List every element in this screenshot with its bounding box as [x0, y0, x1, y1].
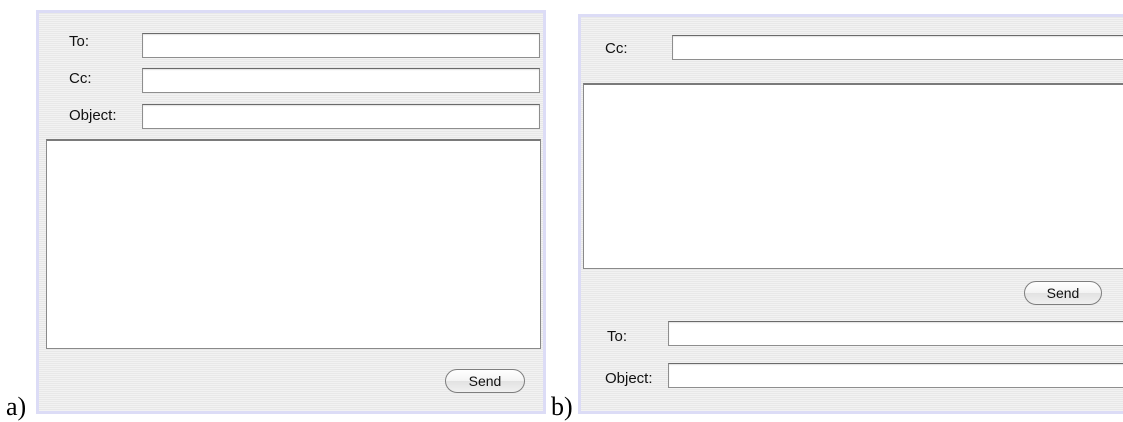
message-body[interactable] — [583, 83, 1123, 269]
panel-b-label: b) — [551, 392, 573, 421]
to-field[interactable] — [668, 321, 1123, 346]
cc-field[interactable] — [142, 68, 540, 93]
object-label: Object: — [69, 107, 117, 124]
cc-label: Cc: — [69, 70, 92, 87]
object-field[interactable] — [142, 104, 540, 129]
compose-window-a: To: Cc: Object: Send — [36, 10, 546, 414]
object-label: Object: — [605, 370, 653, 387]
to-label: To: — [607, 328, 628, 345]
message-body[interactable] — [46, 139, 541, 349]
object-field[interactable] — [668, 363, 1123, 388]
send-button[interactable]: Send — [445, 369, 525, 393]
send-button[interactable]: Send — [1024, 281, 1102, 305]
to-field[interactable] — [142, 33, 540, 58]
panel-a-label: a) — [6, 392, 27, 421]
cc-label: Cc: — [605, 40, 628, 57]
cc-field[interactable] — [672, 35, 1123, 60]
to-label: To: — [69, 33, 90, 50]
compose-window-b: Cc: Send To: Object: — [578, 14, 1123, 414]
